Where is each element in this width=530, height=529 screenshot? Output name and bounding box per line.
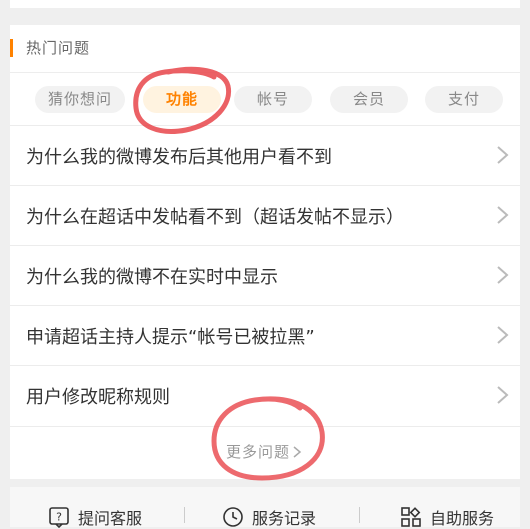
- question-text: 为什么我的微博发布后其他用户看不到: [26, 147, 332, 168]
- question-text: 申请超话主持人提示“帐号已被拉黑”: [26, 327, 315, 348]
- ask-support-label: 提问客服: [78, 509, 143, 528]
- divider: [359, 507, 360, 523]
- chevron-right-icon: [293, 446, 302, 458]
- question-text: 为什么在超话中发帖看不到（超话发帖不显示）: [26, 207, 404, 228]
- chevron-right-icon: [497, 386, 509, 404]
- divider: [184, 507, 185, 523]
- tab-payment[interactable]: 支付: [425, 86, 503, 113]
- more-questions-link[interactable]: 更多问题: [226, 441, 302, 462]
- chevron-right-icon: [497, 266, 509, 284]
- self-service-label: 自助服务: [430, 509, 495, 528]
- tab-account[interactable]: 帐号: [234, 86, 312, 113]
- tab-membership[interactable]: 会员: [330, 86, 408, 113]
- tab-features[interactable]: 功能: [143, 86, 221, 113]
- section-accent-bar: [10, 39, 13, 57]
- question-row[interactable]: 为什么在超话中发帖看不到（超话发帖不显示）: [10, 185, 520, 245]
- section-header: 热门问题: [10, 25, 520, 72]
- self-service-button[interactable]: 自助服务: [400, 505, 494, 529]
- svg-text:?: ?: [56, 511, 62, 524]
- category-tabs: 猜你想问 功能 帐号 会员 支付: [10, 72, 520, 126]
- question-row[interactable]: 为什么我的微博不在实时中显示: [10, 245, 520, 305]
- tab-guess[interactable]: 猜你想问: [35, 86, 125, 113]
- question-text: 为什么我的微博不在实时中显示: [26, 267, 278, 288]
- section-title: 热门问题: [26, 39, 91, 57]
- question-chat-icon: ?: [49, 507, 69, 529]
- top-card-edge: [10, 0, 520, 8]
- service-records-button[interactable]: 服务记录: [222, 505, 316, 529]
- clock-icon: [223, 507, 243, 527]
- hot-questions-card: 热门问题 猜你想问 功能 帐号 会员 支付 为什么我的微博发布后其他用户看不到 …: [10, 25, 520, 479]
- bottom-service-bar: ? 提问客服 服务记录 自助服务: [10, 487, 520, 529]
- chevron-right-icon: [497, 146, 509, 164]
- more-questions-label: 更多问题: [226, 443, 291, 461]
- ask-support-button[interactable]: ? 提问客服: [48, 505, 142, 529]
- chevron-right-icon: [497, 326, 509, 344]
- question-text: 用户修改昵称规则: [26, 387, 170, 408]
- question-row[interactable]: 用户修改昵称规则: [10, 365, 520, 425]
- question-list: 为什么我的微博发布后其他用户看不到 为什么在超话中发帖看不到（超话发帖不显示） …: [10, 125, 520, 425]
- grid-icon: [401, 507, 421, 527]
- chevron-right-icon: [497, 206, 509, 224]
- more-section: 更多问题: [10, 426, 520, 478]
- question-row[interactable]: 申请超话主持人提示“帐号已被拉黑”: [10, 305, 520, 365]
- service-records-label: 服务记录: [252, 509, 317, 528]
- question-row[interactable]: 为什么我的微博发布后其他用户看不到: [10, 125, 520, 185]
